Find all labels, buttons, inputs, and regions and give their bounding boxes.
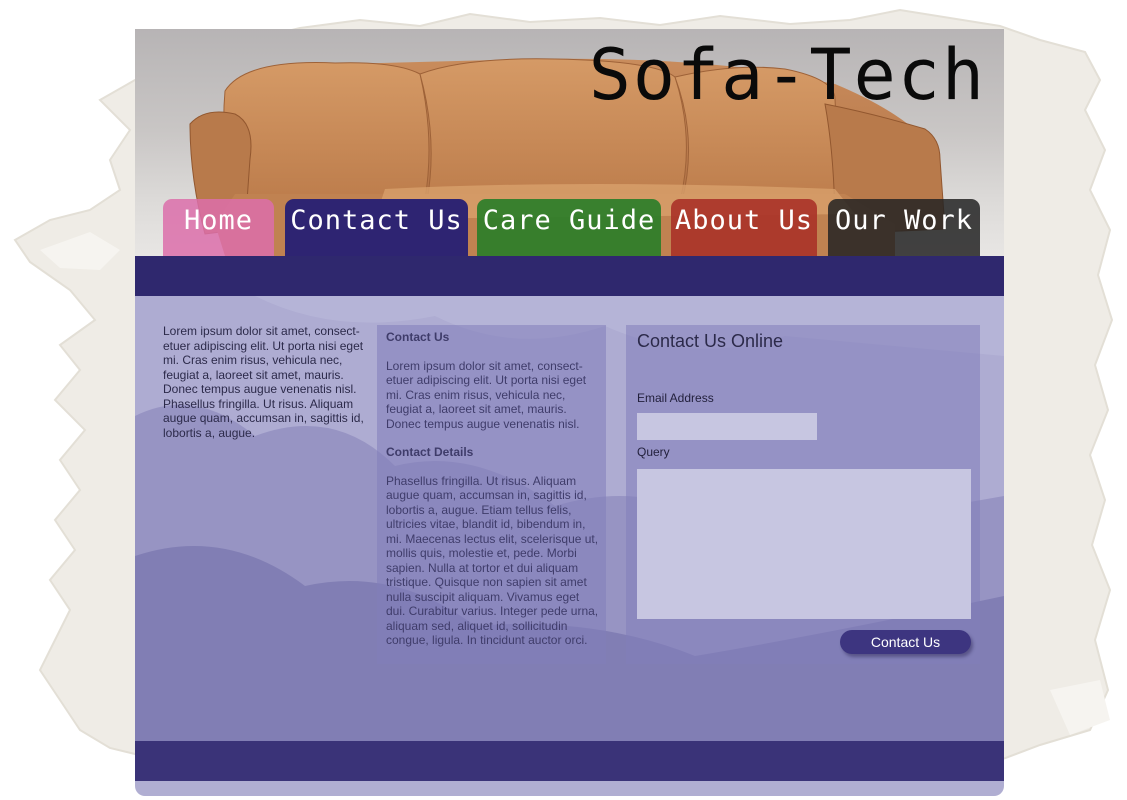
contact-info-panel: Contact Us Lorem ipsum dolor sit amet, c… [377,325,606,664]
header: Sofa-Tech Home Contact Us Care Guide Abo… [135,29,1004,256]
contact-paragraph: Lorem ipsum dolor sit amet, consect-etue… [386,358,587,431]
site-title: Sofa-Tech [588,34,986,116]
contact-us-submit-button[interactable]: Contact Us [840,630,971,654]
nav-tab-home[interactable]: Home [163,199,274,256]
query-label: Query [637,445,670,459]
content-area: Lorem ipsum dolor sit amet, consect-etue… [135,296,1004,741]
form-title: Contact Us Online [637,331,784,351]
contact-heading: Contact Us [386,330,450,344]
nav-tab-care-guide[interactable]: Care Guide [477,199,661,256]
query-textarea[interactable] [637,469,971,619]
email-label: Email Address [637,391,714,405]
intro-text: Lorem ipsum dolor sit amet, consect-etue… [163,324,364,440]
nav-tab-about-us[interactable]: About Us [671,199,817,256]
nav-tab-contact-us[interactable]: Contact Us [285,199,468,256]
nav-tab-our-work[interactable]: Our Work [828,199,980,256]
site-frame: Sofa-Tech Home Contact Us Care Guide Abo… [135,29,1004,796]
contact-form-panel: Contact Us Online Email Address Query Co… [626,325,980,664]
contact-details-text: Phasellus fringilla. Ut risus. Aliquam a… [386,473,599,648]
footer-band [135,741,1004,781]
contact-details-heading: Contact Details [386,445,474,459]
header-band [135,256,1004,296]
footer-strip [135,781,1004,796]
main-nav: Home Contact Us Care Guide About Us Our … [135,199,1004,256]
email-field[interactable] [637,413,817,440]
